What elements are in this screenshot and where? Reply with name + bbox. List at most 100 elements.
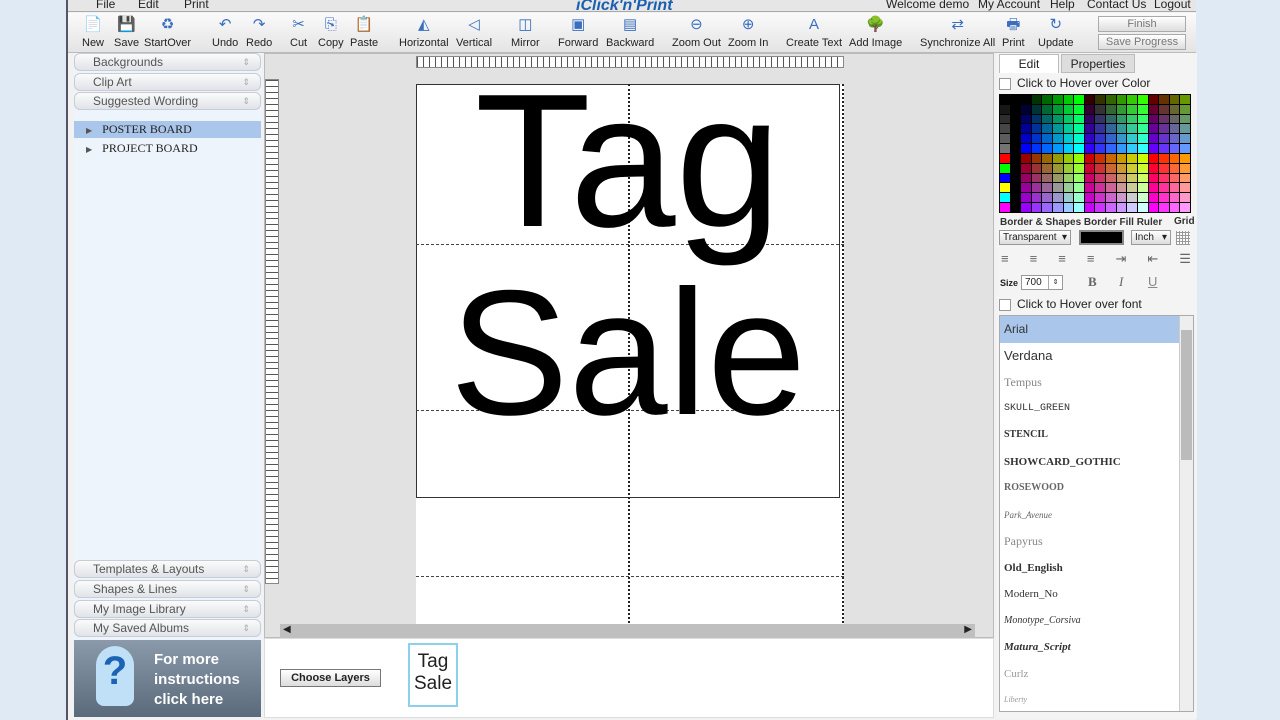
color-swatch[interactable]	[1137, 203, 1148, 212]
color-swatch[interactable]	[1042, 173, 1053, 183]
color-swatch[interactable]	[1053, 114, 1063, 124]
color-swatch[interactable]	[1084, 114, 1095, 124]
color-swatch[interactable]	[1084, 95, 1095, 104]
color-swatch[interactable]	[1106, 163, 1116, 173]
color-swatch[interactable]	[1084, 134, 1095, 144]
font-item[interactable]: Old_English	[1000, 555, 1180, 582]
color-swatch[interactable]	[1159, 134, 1169, 144]
color-swatch[interactable]	[1074, 144, 1084, 153]
color-swatch[interactable]	[1084, 144, 1095, 153]
color-swatch[interactable]	[1021, 173, 1031, 183]
color-swatch[interactable]	[1106, 173, 1116, 183]
color-swatch[interactable]	[1084, 173, 1095, 183]
color-swatch[interactable]	[1116, 193, 1127, 203]
color-swatch[interactable]	[1000, 124, 1010, 134]
color-swatch[interactable]	[1137, 173, 1148, 183]
choose-layers-button[interactable]: Choose Layers	[280, 669, 381, 687]
toolbar-forward-button[interactable]: ▣ Forward	[558, 15, 598, 49]
color-swatch[interactable]	[1031, 163, 1042, 173]
color-swatch[interactable]	[1106, 144, 1116, 153]
color-swatch[interactable]	[1148, 183, 1159, 193]
menu-file[interactable]: File	[96, 0, 115, 11]
my-account-link[interactable]: My Account	[978, 0, 1040, 11]
color-swatch[interactable]	[1063, 153, 1074, 163]
color-swatch[interactable]	[1031, 153, 1042, 163]
color-swatch[interactable]	[1010, 95, 1021, 104]
color-palette[interactable]	[999, 94, 1191, 213]
color-swatch[interactable]	[1127, 104, 1137, 114]
color-swatch[interactable]	[1031, 104, 1042, 114]
hover-font-checkbox[interactable]	[999, 298, 1011, 311]
color-swatch[interactable]	[1021, 144, 1031, 153]
tab-edit[interactable]: Edit	[999, 54, 1059, 73]
color-swatch[interactable]	[1084, 183, 1095, 193]
menu-print[interactable]: Print	[184, 0, 209, 11]
color-swatch[interactable]	[1063, 163, 1074, 173]
section-0[interactable]: Backgrounds ⇕	[74, 53, 261, 71]
color-swatch[interactable]	[1074, 163, 1084, 173]
font-item[interactable]: Matura_Script	[1000, 634, 1180, 661]
color-swatch[interactable]	[1148, 203, 1159, 212]
color-swatch[interactable]	[1127, 114, 1137, 124]
toolbar-cut-button[interactable]: ✂ Cut	[290, 15, 307, 49]
color-swatch[interactable]	[1042, 95, 1053, 104]
color-swatch[interactable]	[1031, 203, 1042, 212]
color-swatch[interactable]	[1042, 104, 1053, 114]
color-swatch[interactable]	[1053, 124, 1063, 134]
color-swatch[interactable]	[1084, 104, 1095, 114]
color-swatch[interactable]	[1169, 183, 1180, 193]
indent-icon[interactable]: ⇥	[1115, 251, 1126, 267]
color-swatch[interactable]	[1169, 173, 1180, 183]
color-swatch[interactable]	[1063, 124, 1074, 134]
tree-item[interactable]: ▶ PROJECT BOARD	[74, 140, 261, 157]
italic-button[interactable]: I	[1119, 274, 1123, 290]
color-swatch[interactable]	[1021, 193, 1031, 203]
color-swatch[interactable]	[1127, 193, 1137, 203]
text-layer-sale[interactable]: Sale	[416, 264, 840, 442]
color-swatch[interactable]	[1021, 114, 1031, 124]
color-swatch[interactable]	[1169, 203, 1180, 212]
color-swatch[interactable]	[1137, 144, 1148, 153]
color-swatch[interactable]	[1159, 183, 1169, 193]
tab-properties[interactable]: Properties	[1061, 54, 1135, 73]
color-swatch[interactable]	[1084, 193, 1095, 203]
section-bottom-1[interactable]: Shapes & Lines ⇕	[74, 579, 261, 598]
color-swatch[interactable]	[1169, 193, 1180, 203]
color-swatch[interactable]	[1180, 193, 1190, 203]
scroll-right-icon[interactable]: ▶	[964, 624, 972, 635]
expand-arrow-icon[interactable]: ▶	[86, 126, 92, 135]
color-swatch[interactable]	[1180, 95, 1190, 104]
color-swatch[interactable]	[1137, 153, 1148, 163]
color-swatch[interactable]	[1021, 153, 1031, 163]
color-swatch[interactable]	[1148, 134, 1159, 144]
color-swatch[interactable]	[1021, 95, 1031, 104]
color-swatch[interactable]	[1180, 104, 1190, 114]
color-swatch[interactable]	[1053, 134, 1063, 144]
border-select[interactable]: Transparent ▾	[999, 230, 1071, 245]
color-swatch[interactable]	[1010, 124, 1021, 134]
color-swatch[interactable]	[1095, 203, 1106, 212]
color-swatch[interactable]	[1063, 95, 1074, 104]
color-swatch[interactable]	[1180, 124, 1190, 134]
color-swatch[interactable]	[1095, 114, 1106, 124]
color-swatch[interactable]	[1137, 163, 1148, 173]
font-item[interactable]: SHOWCARD_GOTHIC	[1000, 449, 1180, 476]
color-swatch[interactable]	[1000, 193, 1010, 203]
color-swatch[interactable]	[1010, 104, 1021, 114]
color-swatch[interactable]	[1063, 193, 1074, 203]
help-link[interactable]: Help	[1050, 0, 1075, 11]
align-left-icon[interactable]: ≡	[1001, 251, 1009, 267]
toolbar-new-button[interactable]: 📄 New	[82, 15, 104, 49]
color-swatch[interactable]	[1095, 95, 1106, 104]
color-swatch[interactable]	[1127, 183, 1137, 193]
toolbar-startover-button[interactable]: ♻ StartOver	[144, 15, 191, 49]
color-swatch[interactable]	[1148, 163, 1159, 173]
color-swatch[interactable]	[1137, 114, 1148, 124]
font-item[interactable]: Tempus	[1000, 369, 1180, 396]
color-swatch[interactable]	[1127, 124, 1137, 134]
toolbar-update-button[interactable]: ↻ Update	[1038, 15, 1073, 49]
color-swatch[interactable]	[1180, 134, 1190, 144]
color-swatch[interactable]	[1169, 163, 1180, 173]
list-icon[interactable]: ☰	[1179, 251, 1191, 267]
font-item[interactable]: Modern_No	[1000, 581, 1180, 608]
